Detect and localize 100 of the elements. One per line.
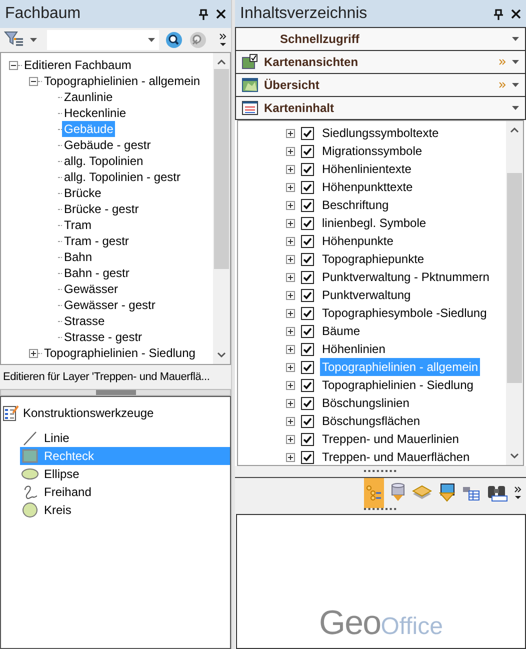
tree-item[interactable]: Zaunlinie [62,89,115,105]
layer-checkbox[interactable] [301,234,314,248]
tree-item[interactable]: Bahn [62,249,94,265]
caret-icon[interactable] [512,60,519,64]
expand-toggle[interactable] [286,344,295,354]
layer-checkbox[interactable] [301,324,314,338]
filter-icon[interactable] [4,31,24,49]
tree-item[interactable]: Heckenlinie [62,105,128,121]
tree-item[interactable]: Topographielinien - Siedlung [42,345,198,361]
expand-toggle[interactable] [286,290,295,300]
expand-toggle[interactable] [286,398,295,408]
caret-icon[interactable] [512,106,519,110]
tree-item[interactable]: Editieren Fachbaum [22,57,134,73]
scrollbar-thumb[interactable] [507,173,522,383]
layer-item[interactable]: Siedlungssymboltexte [320,124,441,142]
scrollbar[interactable] [213,53,230,364]
expand-toggle[interactable] [286,326,295,336]
layer-item[interactable]: Migrationssymbole [320,142,424,160]
caret-icon[interactable] [512,83,519,87]
tree-item[interactable]: Gebäude - gestr [62,137,153,153]
tree-item[interactable]: Strasse - gestr [62,329,144,345]
layer-checkbox[interactable] [301,360,314,374]
caret-icon[interactable] [148,38,155,42]
layer-item[interactable]: Punktverwaltung [320,286,413,304]
splitter-grip-icon[interactable] [364,508,398,511]
layer-item[interactable]: Höhenlinientexte [320,160,414,178]
more-chevron-icon[interactable] [499,59,506,65]
expand-toggle[interactable] [286,434,295,444]
tree-item[interactable]: Tram - gestr [62,233,131,249]
section-header[interactable]: Karteninhalt [235,96,526,120]
collapse-toggle[interactable] [29,76,38,86]
expand-toggle[interactable] [286,254,295,264]
section-header[interactable]: Kartenansichten [235,50,526,74]
overflow-chevron-icon[interactable] [514,486,522,500]
layer-checkbox[interactable] [301,396,314,410]
tool-item[interactable]: Linie [20,429,230,447]
layer-item[interactable]: Treppen- und Mauerlinien [320,430,461,448]
clear-search-icon[interactable] [189,31,207,49]
expand-toggle[interactable] [286,218,295,228]
layer-item[interactable]: Böschungsflächen [320,412,422,430]
tool-item[interactable]: Kreis [20,501,230,519]
expand-toggle[interactable] [286,308,295,318]
layer-checkbox[interactable] [301,144,314,158]
layer-item[interactable]: linienbegl. Symbole [320,214,428,232]
tool-item[interactable]: Freihand [20,483,230,501]
scrollbar-thumb[interactable] [214,69,229,269]
tree-item[interactable]: Gewässer - gestr [62,297,158,313]
splitter[interactable] [235,466,526,478]
caret-icon[interactable] [30,38,37,42]
layer-checkbox[interactable] [301,180,314,194]
scroll-down-icon[interactable] [510,453,519,459]
scroll-up-icon[interactable] [217,59,226,65]
pin-icon[interactable] [199,8,208,20]
layer-item[interactable]: Höhenpunkte [320,232,396,250]
scrollbar[interactable] [506,121,523,465]
expand-toggle[interactable] [286,200,295,210]
scroll-down-icon[interactable] [217,352,226,358]
expand-toggle[interactable] [286,380,295,390]
tree-item[interactable]: Topographielinien - allgemein [42,73,202,89]
section-header[interactable]: Schnellzugriff [235,27,526,51]
overflow-chevron-icon[interactable] [219,33,227,47]
layer-checkbox[interactable] [301,216,314,230]
layer-checkbox[interactable] [301,432,314,446]
layer-checkbox[interactable] [301,414,314,428]
layer-item[interactable]: Topographiepunkte [320,250,426,268]
layer-item[interactable]: Beschriftung [320,196,391,214]
expand-toggle[interactable] [286,452,295,462]
layer-checkbox[interactable] [301,252,314,266]
tree-item[interactable]: Brücke [62,185,104,201]
layer-item[interactable]: Höhenpunkttexte [320,178,415,196]
layer-checkbox[interactable] [301,126,314,140]
expand-toggle[interactable] [286,236,295,246]
collapse-toggle[interactable] [9,60,18,70]
table-icon[interactable] [462,485,480,501]
tree-item[interactable]: Brücke - gestr [62,201,141,217]
layer-item[interactable]: Topographiesymbole -Siedlung [320,304,489,322]
layer-checkbox[interactable] [301,306,314,320]
layers-icon[interactable] [412,484,432,502]
expand-toggle[interactable] [286,164,295,174]
layer-checkbox[interactable] [301,342,314,356]
layer-checkbox[interactable] [301,270,314,284]
expand-toggle[interactable] [286,128,295,138]
tree-item[interactable]: Strasse [62,313,107,329]
close-icon[interactable] [511,9,521,19]
layer-checkbox[interactable] [301,198,314,212]
layer-item[interactable]: Böschungslinien [320,394,412,412]
expand-toggle[interactable] [286,416,295,426]
tool-item[interactable]: Ellipse [20,465,230,483]
expand-toggle[interactable] [286,362,295,372]
close-icon[interactable] [216,9,226,19]
search-icon[interactable] [165,31,183,49]
more-chevron-icon[interactable] [499,82,506,88]
expand-toggle[interactable] [286,146,295,156]
layer-item[interactable]: Punktverwaltung - Pktnummern [320,268,492,286]
layer-item[interactable]: Treppen- und Mauerflächen [320,448,472,465]
scroll-up-icon[interactable] [510,127,519,133]
layer-item[interactable]: Höhenlinien [320,340,388,358]
tree-item[interactable]: Tram [62,217,94,233]
layer-checkbox[interactable] [301,288,314,302]
layer-checkbox[interactable] [301,162,314,176]
